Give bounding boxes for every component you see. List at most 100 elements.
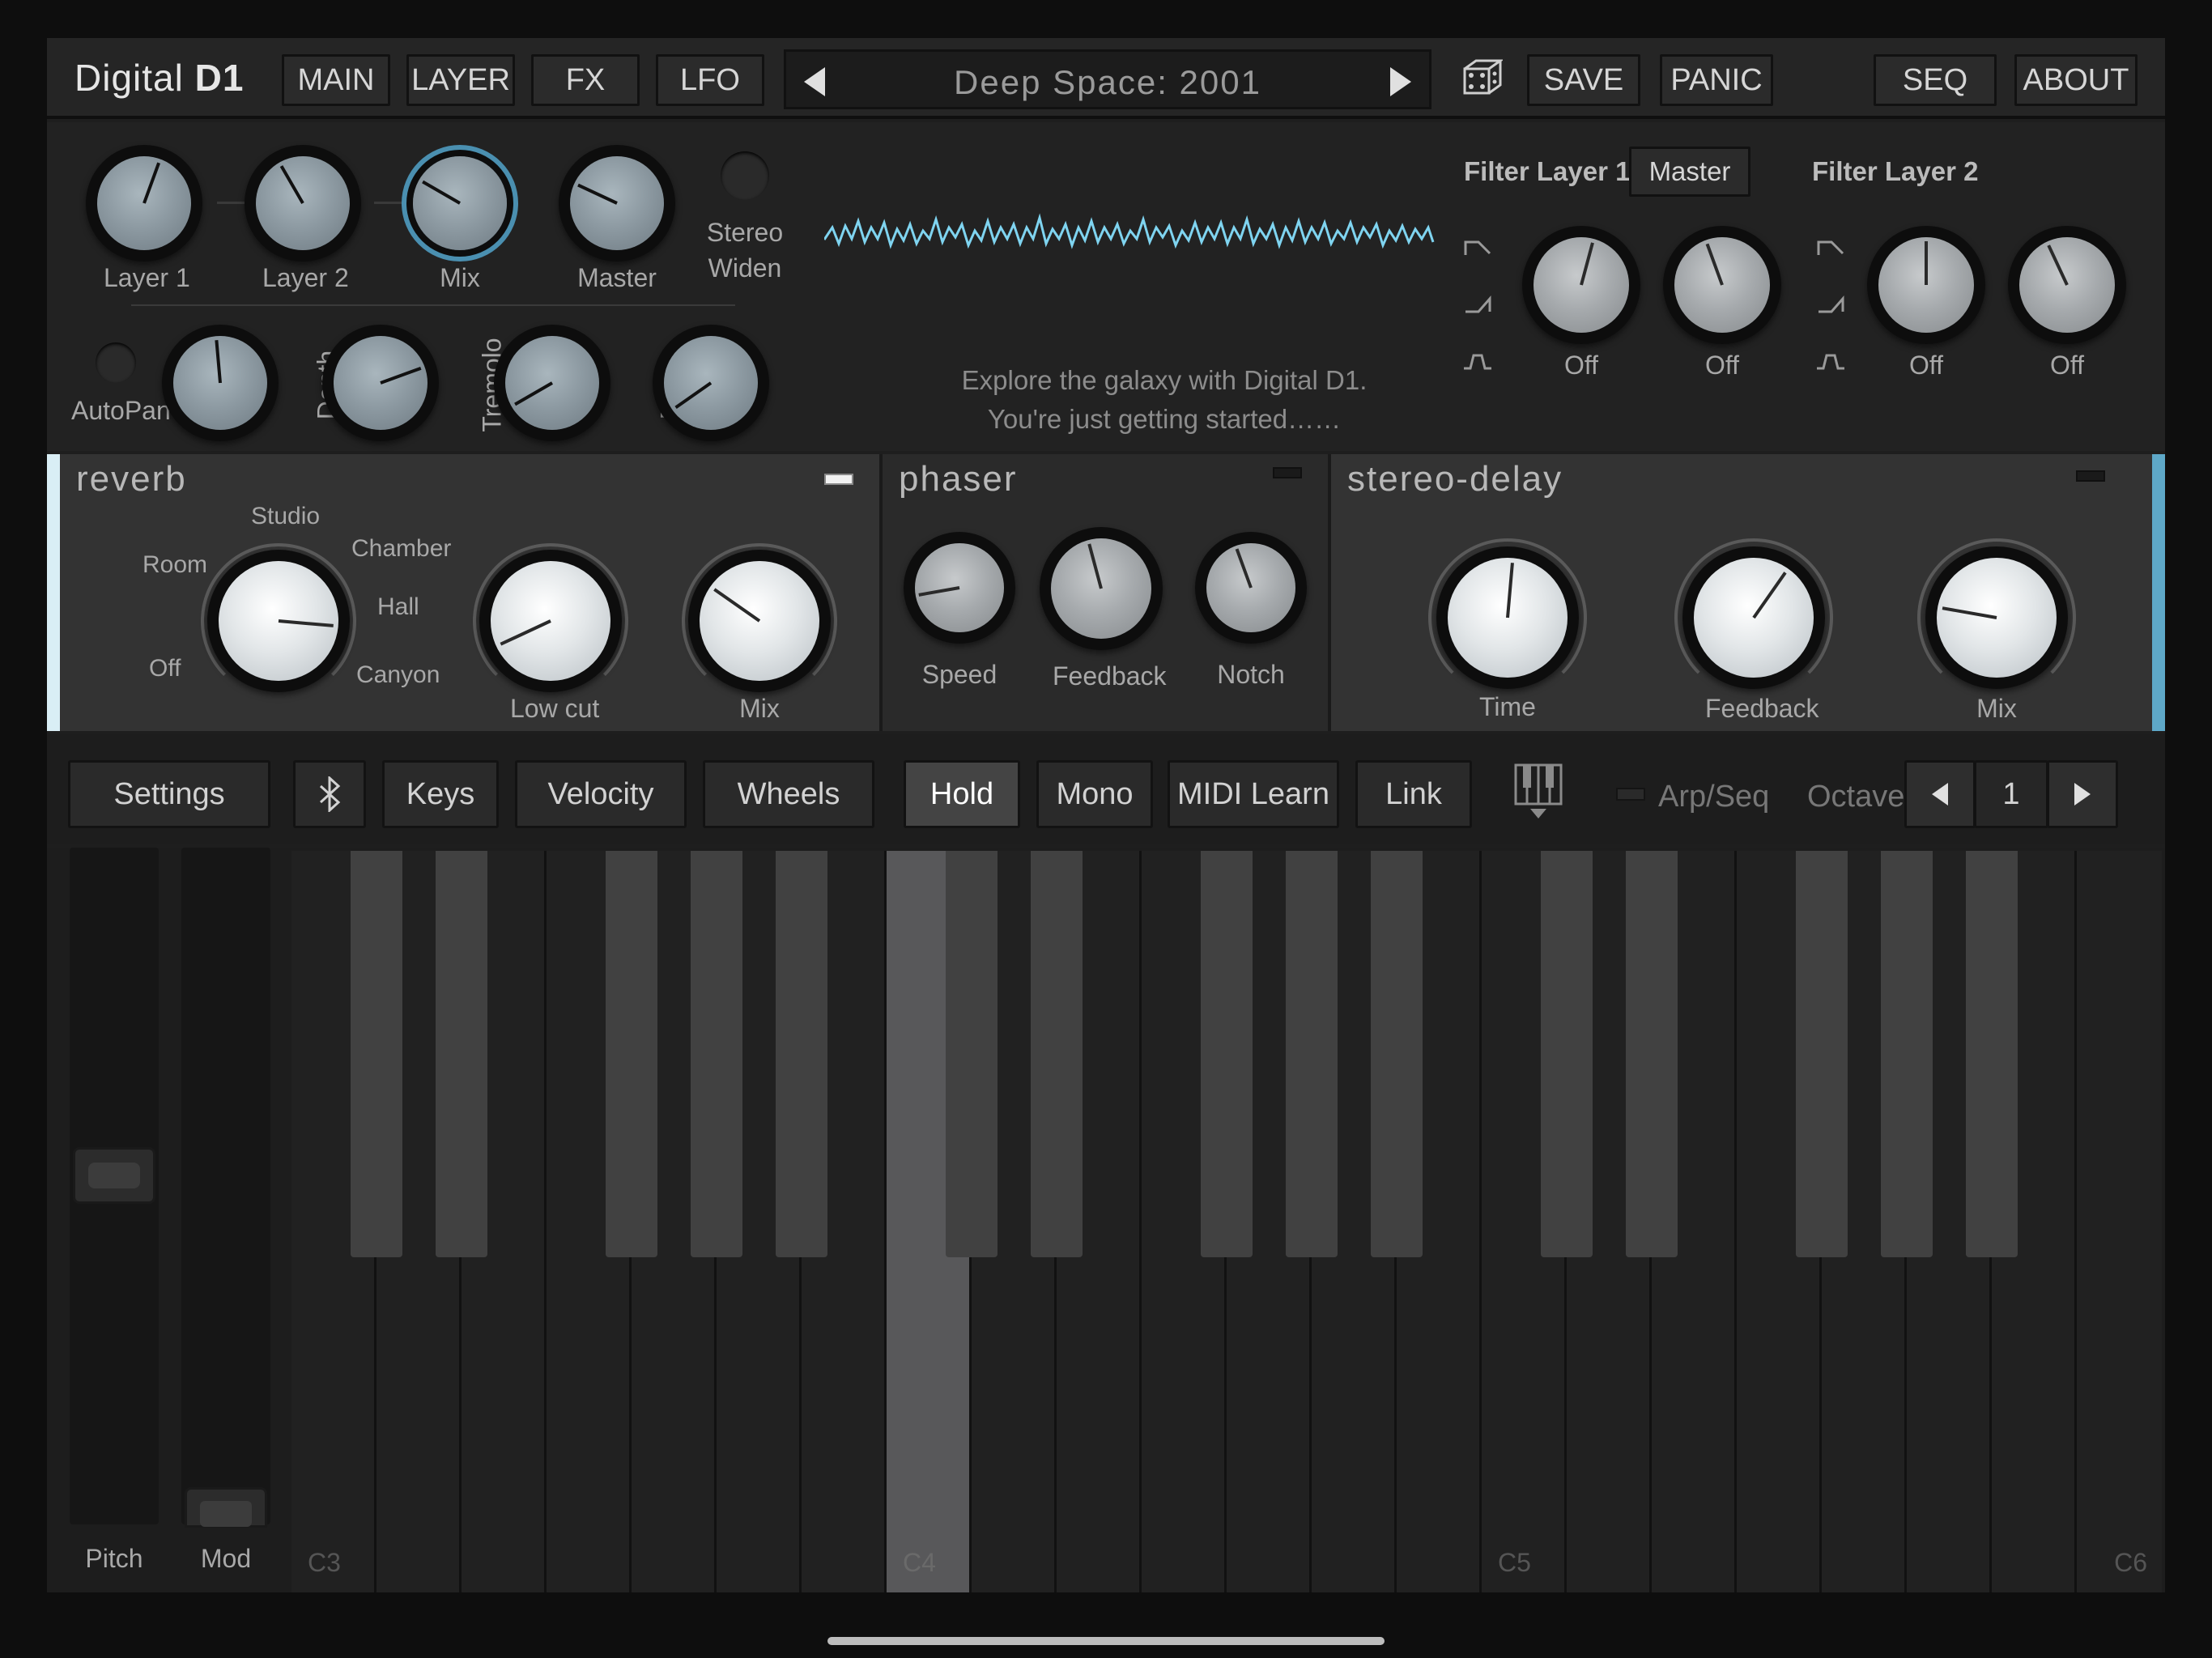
pitch-wheel[interactable] (70, 848, 159, 1524)
autopan-label: AutoPan (71, 396, 171, 425)
waveform-display (824, 213, 1435, 249)
reverb-lowcut-knob[interactable] (491, 561, 610, 681)
arpseq-label[interactable]: Arp/Seq (1658, 780, 1769, 814)
master-filter-button[interactable]: Master (1629, 147, 1750, 197)
tremolo-knob[interactable] (505, 336, 599, 430)
reverb-type-knob[interactable] (219, 561, 338, 681)
black-key[interactable] (1371, 851, 1423, 1257)
seq-button[interactable]: SEQ (1874, 54, 1997, 106)
settings-button[interactable]: Settings (68, 760, 270, 828)
delay-feedback-knob[interactable] (1694, 558, 1814, 678)
tab-lfo[interactable]: LFO (656, 54, 764, 106)
app-logo: Digital D1 (74, 57, 245, 99)
black-key[interactable] (1031, 851, 1083, 1257)
black-key[interactable] (1201, 851, 1253, 1257)
black-key[interactable] (436, 851, 487, 1257)
arpseq-led[interactable] (1616, 788, 1645, 801)
black-key[interactable] (1796, 851, 1848, 1257)
tab-main[interactable]: MAIN (282, 54, 390, 106)
tab-layer[interactable]: LAYER (406, 54, 515, 106)
delay-time-knob[interactable] (1448, 558, 1568, 678)
reverb-mix-knob[interactable] (700, 561, 819, 681)
velocity-button[interactable]: Velocity (515, 760, 687, 828)
bluetooth-button[interactable] (293, 760, 366, 828)
main-panel: Layer 1 Layer 2 Mix Master Stereo Widen … (47, 122, 2165, 451)
filter2-cutoff-knob[interactable] (1878, 237, 1974, 333)
reverb-type-room[interactable]: Room (143, 551, 207, 579)
reverb-type-hall[interactable]: Hall (377, 593, 419, 621)
black-key[interactable] (606, 851, 657, 1257)
reverb-type-chamber[interactable]: Chamber (351, 535, 451, 563)
hold-button[interactable]: Hold (904, 760, 1020, 828)
filter-type-icons[interactable] (1815, 236, 1848, 373)
message-line2: You're just getting started…… (987, 404, 1342, 434)
reverb-type-canyon[interactable]: Canyon (356, 661, 440, 689)
delay-mix-label: Mix (1976, 694, 2017, 723)
mono-button[interactable]: Mono (1036, 760, 1153, 828)
reverb-enable-led[interactable] (824, 474, 853, 485)
stereo-delay-enable-led[interactable] (2076, 470, 2105, 482)
layer1-knob[interactable] (97, 156, 191, 250)
reverb-mix-label: Mix (739, 694, 780, 723)
link-button[interactable]: Link (1355, 760, 1472, 828)
pitch-wheel-handle[interactable] (73, 1147, 155, 1204)
keyboard-layout-icon[interactable] (1514, 763, 1563, 820)
home-indicator (827, 1637, 1385, 1645)
filter1-cutoff-knob[interactable] (1534, 237, 1629, 333)
filter-type-icons[interactable] (1462, 236, 1495, 373)
filter2-reso-knob[interactable] (2019, 237, 2115, 333)
stereo-widen-toggle[interactable] (721, 151, 769, 200)
autopan-toggle[interactable] (96, 342, 136, 383)
filter2-cutoff-value: Off (1908, 351, 1944, 380)
widen-label: Widen (708, 253, 782, 283)
keyboard-area: Pitch Mod C3 C4 C5 C6 (47, 848, 2165, 1592)
midi-learn-button[interactable]: MIDI Learn (1168, 760, 1339, 828)
filter1-reso-knob[interactable] (1674, 237, 1770, 333)
white-key[interactable]: C6 (2077, 851, 2162, 1592)
black-key[interactable] (691, 851, 742, 1257)
black-key[interactable] (1626, 851, 1678, 1257)
next-preset-icon[interactable] (1390, 67, 1411, 96)
octave-down-button[interactable] (1904, 760, 1976, 828)
panic-button[interactable]: PANIC (1660, 54, 1773, 106)
wheels-button[interactable]: Wheels (703, 760, 874, 828)
keys-button[interactable]: Keys (382, 760, 499, 828)
phaser-enable-led[interactable] (1273, 467, 1302, 478)
about-button[interactable]: ABOUT (2014, 54, 2138, 106)
autopan-knob[interactable] (173, 336, 267, 430)
tremolo-depth-knob[interactable] (664, 336, 758, 430)
top-bar: Digital D1 MAIN LAYER FX LFO Deep Space:… (47, 38, 2165, 119)
black-key[interactable] (1286, 851, 1338, 1257)
black-key[interactable] (351, 851, 402, 1257)
delay-mix-knob[interactable] (1937, 558, 2057, 678)
master-knob[interactable] (570, 156, 664, 250)
phaser-notch-knob[interactable] (1206, 543, 1295, 632)
reverb-type-studio[interactable]: Studio (251, 503, 320, 530)
pitch-label: Pitch (85, 1544, 143, 1573)
mod-wheel[interactable] (181, 848, 270, 1528)
save-button[interactable]: SAVE (1527, 54, 1640, 106)
phaser-speed-label: Speed (921, 660, 998, 689)
bluetooth-icon (319, 776, 341, 812)
key-label: C3 (308, 1548, 341, 1577)
reverb-type-off[interactable]: Off (149, 655, 181, 682)
phaser-panel: phaser Speed Feedback Notch (883, 454, 1328, 731)
divider (131, 304, 735, 306)
preset-name[interactable]: Deep Space: 2001 (786, 63, 1429, 102)
phaser-speed-knob[interactable] (915, 543, 1004, 632)
black-key[interactable] (1541, 851, 1593, 1257)
black-key[interactable] (1966, 851, 2018, 1257)
autopan-depth-knob[interactable] (334, 336, 428, 430)
dice-icon[interactable] (1462, 57, 1504, 98)
preset-selector: Deep Space: 2001 (784, 49, 1431, 109)
phaser-feedback-knob[interactable] (1051, 538, 1151, 639)
mod-wheel-handle[interactable] (185, 1487, 267, 1528)
tab-fx[interactable]: FX (531, 54, 640, 106)
black-key[interactable] (946, 851, 998, 1257)
layer2-knob[interactable] (256, 156, 350, 250)
black-key[interactable] (776, 851, 827, 1257)
black-key[interactable] (1881, 851, 1933, 1257)
mix-knob[interactable] (413, 156, 507, 250)
octave-up-button[interactable] (2047, 760, 2118, 828)
layer2-label: Layer 2 (262, 263, 349, 292)
